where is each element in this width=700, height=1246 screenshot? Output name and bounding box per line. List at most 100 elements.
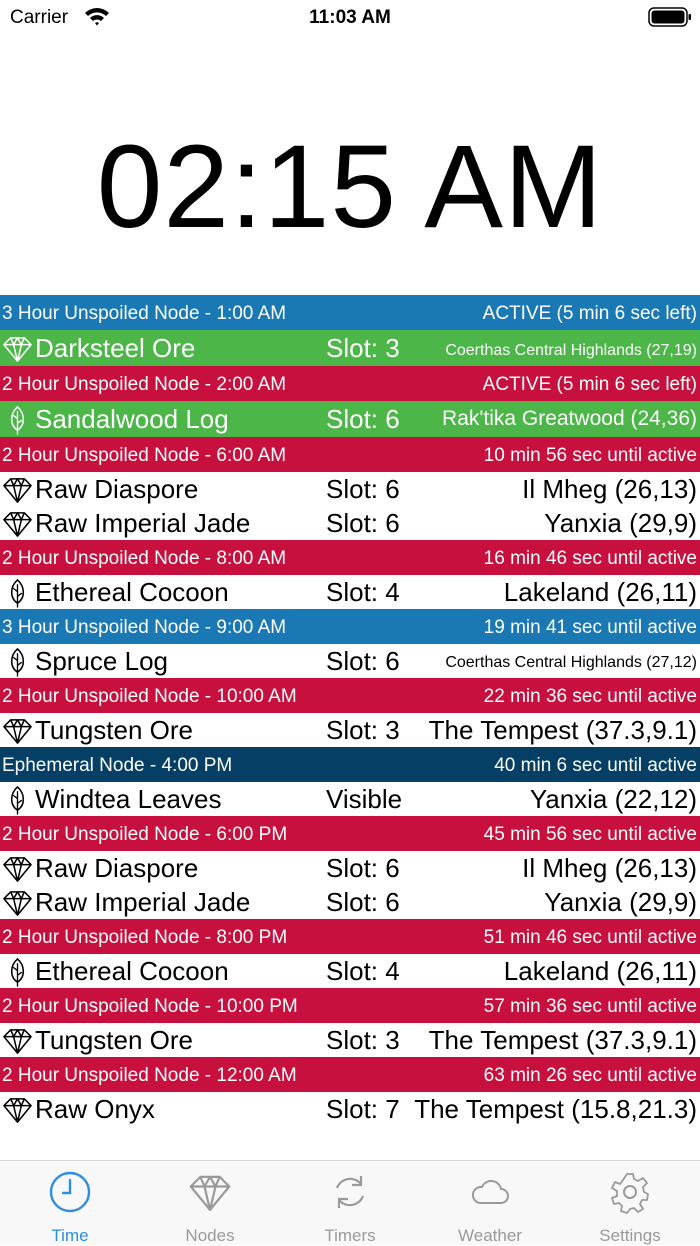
node-header-status: 19 min 41 sec until active [483, 617, 697, 638]
item-slot: Visible [326, 783, 403, 814]
node-header-title: 3 Hour Unspoiled Node - 9:00 AM [2, 617, 287, 638]
tab-label: Weather [458, 1226, 522, 1245]
item-location: Coerthas Central Highlands (27,12) [445, 654, 697, 671]
battery-icon [648, 7, 691, 27]
item-location: Yanxia (29,9) [544, 507, 697, 538]
item-name: Ethereal Cocoon [35, 955, 229, 986]
node-header-status: 45 min 56 sec until active [483, 824, 697, 845]
node-header-status: 51 min 46 sec until active [483, 927, 697, 948]
node-header: 2 Hour Unspoiled Node - 6:00 AM 10 min 56… [0, 437, 700, 472]
item-slot: Slot: 7 [326, 1093, 400, 1124]
item-name: Sandalwood Log [35, 403, 229, 434]
node-item-row[interactable]: Tungsten Ore Slot: 3 The Tempest (37.3,9.1… [0, 713, 700, 747]
node-header-status: 40 min 6 sec until active [494, 755, 697, 776]
item-location: The Tempest (37.3,9.1) [428, 1024, 697, 1055]
item-slot: Slot: 6 [326, 403, 400, 434]
node-item-row[interactable]: Sandalwood Log Slot: 6 Rak'tika Greatwood … [0, 401, 700, 437]
item-slot: Slot: 4 [326, 576, 400, 607]
node-item-row[interactable]: Raw Diaspore Slot: 6 Il Mheg (26,13) [0, 851, 700, 885]
node-header-title: 2 Hour Unspoiled Node - 6:00 AM [2, 445, 287, 466]
node-header-status: ACTIVE (5 min 6 sec left) [482, 303, 697, 324]
node-header: 3 Hour Unspoiled Node - 9:00 AM 19 min 41… [0, 609, 700, 644]
node-header-status: 63 min 26 sec until active [483, 1065, 697, 1086]
node-header-status: 57 min 36 sec until active [483, 996, 697, 1017]
item-location: Coerthas Central Highlands (27,19) [445, 342, 697, 359]
node-header: 2 Hour Unspoiled Node - 6:00 PM 45 min 56… [0, 816, 700, 851]
node-header-status: 22 min 36 sec until active [483, 686, 697, 707]
clock-icon [48, 1170, 92, 1214]
item-slot: Slot: 6 [326, 645, 400, 676]
node-item-row[interactable]: Raw Diaspore Slot: 6 Il Mheg (26,13) [0, 472, 700, 506]
leaf-icon [0, 575, 34, 609]
item-location: Yanxia (29,9) [544, 886, 697, 917]
item-slot: Slot: 6 [326, 507, 400, 538]
leaf-icon [0, 644, 34, 678]
node-item-row[interactable]: Ethereal Cocoon Slot: 4 Lakeland (26,11) [0, 575, 700, 609]
node-header: 2 Hour Unspoiled Node - 8:00 PM 51 min 46… [0, 919, 700, 954]
tab-timers[interactable]: Timers [280, 1161, 420, 1245]
item-slot: Slot: 3 [326, 714, 400, 745]
node-header-status: 16 min 46 sec until active [483, 548, 697, 569]
node-list[interactable]: 3 Hour Unspoiled Node - 1:00 AM ACTIVE (5… [0, 295, 700, 1126]
gem-icon [0, 1023, 34, 1057]
tab-label: Timers [324, 1226, 376, 1245]
node-item-row[interactable]: Ethereal Cocoon Slot: 4 Lakeland (26,11) [0, 954, 700, 988]
item-location: Il Mheg (26,13) [522, 852, 697, 883]
node-header-title: 2 Hour Unspoiled Node - 2:00 AM [2, 374, 287, 395]
node-item-row[interactable]: Raw Imperial Jade Slot: 6 Yanxia (29,9) [0, 885, 700, 919]
tab-settings[interactable]: Settings [560, 1161, 700, 1245]
gem-icon [0, 713, 34, 747]
item-location: The Tempest (37.3,9.1) [428, 714, 697, 745]
node-header-status: 10 min 56 sec until active [483, 445, 697, 466]
item-slot: Slot: 6 [326, 886, 400, 917]
node-item-row[interactable]: Darksteel Ore Slot: 3 Coerthas Central Hig… [0, 330, 700, 366]
item-slot: Slot: 4 [326, 955, 400, 986]
item-name: Tungsten Ore [35, 714, 194, 745]
status-bar: Carrier 11:03 AM [0, 0, 700, 36]
node-item-row[interactable]: Tungsten Ore Slot: 3 The Tempest (37.3,9.1… [0, 1023, 700, 1057]
node-header-title: 2 Hour Unspoiled Node - 6:00 PM [2, 824, 288, 845]
item-slot: Slot: 3 [326, 332, 400, 363]
item-location: Lakeland (26,11) [503, 955, 697, 986]
item-name: Darksteel Ore [35, 332, 196, 363]
tab-time[interactable]: Time [0, 1161, 140, 1245]
gem-icon [0, 1092, 34, 1126]
node-item-row[interactable]: Spruce Log Slot: 6 Coerthas Central Highla… [0, 644, 700, 678]
node-header-status: ACTIVE (5 min 6 sec left) [482, 374, 697, 395]
cloud-icon [468, 1170, 512, 1214]
leaf-icon [0, 782, 34, 816]
node-header: 3 Hour Unspoiled Node - 1:00 AM ACTIVE (5… [0, 295, 700, 330]
leaf-icon [0, 954, 34, 988]
node-header: 2 Hour Unspoiled Node - 10:00 PM 57 min 3… [0, 988, 700, 1023]
gem-icon [0, 472, 34, 506]
item-name: Raw Onyx [35, 1093, 155, 1124]
node-header: 2 Hour Unspoiled Node - 2:00 AM ACTIVE (5… [0, 366, 700, 401]
item-name: Ethereal Cocoon [35, 576, 229, 607]
node-item-row[interactable]: Windtea Leaves Visible Yanxia (22,12) [0, 782, 700, 816]
node-header-title: 3 Hour Unspoiled Node - 1:00 AM [2, 303, 287, 324]
tab-label: Settings [599, 1226, 661, 1245]
item-slot: Slot: 6 [326, 473, 400, 504]
item-name: Tungsten Ore [35, 1024, 194, 1055]
item-name: Raw Imperial Jade [35, 507, 251, 538]
item-location: Rak'tika Greatwood (24,36) [442, 407, 697, 430]
node-header: 2 Hour Unspoiled Node - 12:00 AM 63 min 2… [0, 1057, 700, 1092]
item-location: Lakeland (26,11) [503, 576, 697, 607]
item-location: Il Mheg (26,13) [522, 473, 697, 504]
node-header-title: 2 Hour Unspoiled Node - 10:00 PM [2, 996, 298, 1017]
status-time: 11:03 AM [309, 7, 391, 28]
tab-weather[interactable]: Weather [420, 1161, 560, 1245]
item-location: The Tempest (15.8,21.3) [414, 1093, 697, 1124]
gem-icon [0, 506, 34, 540]
item-name: Raw Diaspore [35, 473, 199, 504]
node-item-row[interactable]: Raw Imperial Jade Slot: 6 Yanxia (29,9) [0, 506, 700, 540]
gem-icon [0, 851, 34, 885]
refresh-icon [328, 1170, 372, 1214]
item-name: Raw Diaspore [35, 852, 199, 883]
gem-icon [0, 885, 34, 919]
node-item-row[interactable]: Raw Onyx Slot: 7 The Tempest (15.8,21.3) [0, 1092, 700, 1126]
node-header-title: 2 Hour Unspoiled Node - 8:00 AM [2, 548, 287, 569]
tab-nodes[interactable]: Nodes [140, 1161, 280, 1245]
tab-label: Nodes [185, 1226, 235, 1245]
node-header: Ephemeral Node - 4:00 PM 40 min 6 sec unt… [0, 747, 700, 782]
